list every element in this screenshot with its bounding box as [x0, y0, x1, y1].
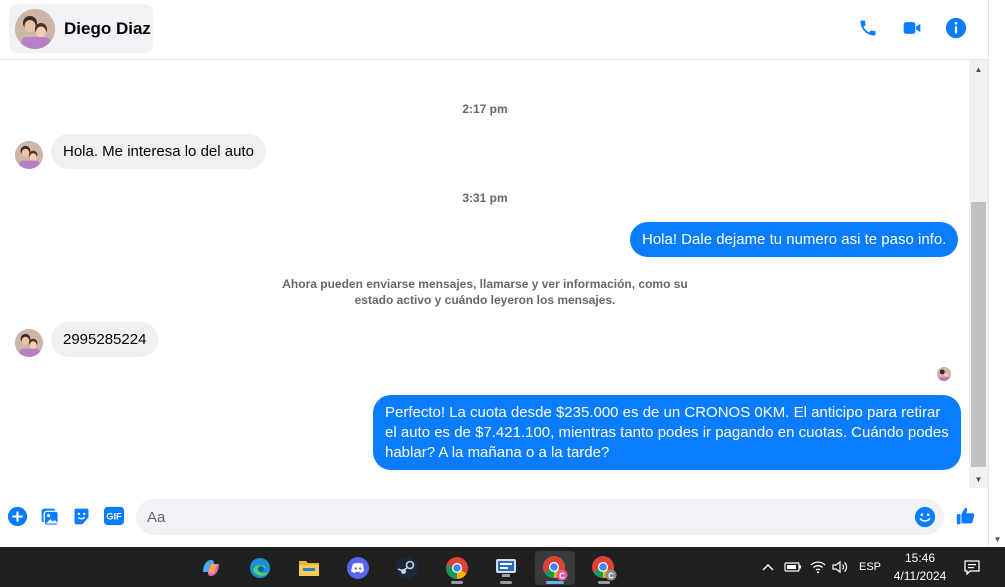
windows-taskbar: C C ESP 15:46 4/11/2024 — [0, 547, 1005, 587]
contact-name: Diego Diaz — [64, 18, 151, 38]
message-composer: GIF — [0, 495, 988, 539]
plus-icon[interactable] — [6, 505, 28, 527]
chat-header: Diego Diaz — [0, 0, 988, 60]
outgoing-message[interactable]: Perfecto! La cuota desde $235.000 es de … — [373, 395, 961, 470]
steam-icon[interactable] — [387, 551, 427, 585]
timestamp: 2:17 pm — [462, 102, 508, 116]
scroll-down-arrow-icon[interactable]: ▼ — [969, 472, 988, 486]
seen-receipt-avatar — [937, 367, 951, 381]
chevron-up-icon[interactable] — [758, 547, 778, 587]
image-icon[interactable] — [38, 505, 60, 527]
discord-icon[interactable] — [338, 551, 378, 585]
sticker-icon[interactable] — [70, 505, 92, 527]
volume-icon[interactable] — [829, 547, 851, 587]
message-scrollbar[interactable]: ▲ ▼ — [969, 60, 988, 488]
edge-icon[interactable] — [240, 551, 280, 585]
network-app-icon[interactable] — [486, 551, 526, 585]
system-clock[interactable]: 15:46 4/11/2024 — [885, 549, 955, 585]
like-thumb-icon[interactable] — [954, 505, 978, 527]
info-icon[interactable] — [944, 16, 968, 40]
battery-icon[interactable] — [782, 547, 804, 587]
contact-avatar-small — [15, 141, 43, 169]
incoming-message[interactable]: Hola. Me interesa lo del auto — [51, 134, 266, 169]
chrome-icon[interactable] — [437, 551, 477, 585]
wifi-icon[interactable] — [807, 547, 829, 587]
notifications-icon[interactable] — [960, 547, 984, 587]
contact-profile-button[interactable]: Diego Diaz — [9, 4, 153, 53]
phone-icon[interactable] — [856, 16, 880, 40]
gif-icon[interactable]: GIF — [102, 505, 126, 527]
scroll-up-arrow-icon[interactable]: ▲ — [969, 62, 988, 76]
svg-text:GIF: GIF — [106, 512, 122, 522]
copilot-icon[interactable] — [191, 551, 231, 585]
contact-avatar — [15, 8, 55, 49]
emoji-icon[interactable] — [914, 506, 936, 528]
system-notice: Ahora pueden enviarse mensajes, llamarse… — [282, 277, 688, 307]
svg-text:C: C — [608, 572, 614, 581]
page-scrollbar[interactable]: ▼ — [988, 0, 1005, 547]
incoming-message[interactable]: 2995285224 — [51, 322, 159, 357]
timestamp: 3:31 pm — [462, 191, 508, 205]
contact-avatar-small — [15, 329, 43, 357]
chrome-profile-c-icon-2[interactable]: C — [584, 551, 624, 585]
svg-text:C: C — [559, 572, 565, 581]
page-scroll-down-arrow-icon[interactable]: ▼ — [989, 532, 1005, 546]
clock-time: 15:46 — [904, 551, 936, 565]
outgoing-message[interactable]: Hola! Dale dejame tu numero asi te paso … — [630, 222, 959, 257]
video-call-icon[interactable] — [900, 16, 924, 40]
chrome-profile-c-icon[interactable]: C — [535, 551, 575, 585]
file-explorer-icon[interactable] — [289, 551, 329, 585]
scroll-thumb[interactable] — [971, 202, 986, 467]
clock-date: 4/11/2024 — [893, 569, 947, 583]
messenger-window: Diego Diaz ▲ ▼ ▼ 2:17 pm Hola. Me intere — [0, 0, 1005, 547]
language-indicator[interactable]: ESP — [856, 547, 884, 587]
message-input[interactable] — [136, 499, 944, 535]
